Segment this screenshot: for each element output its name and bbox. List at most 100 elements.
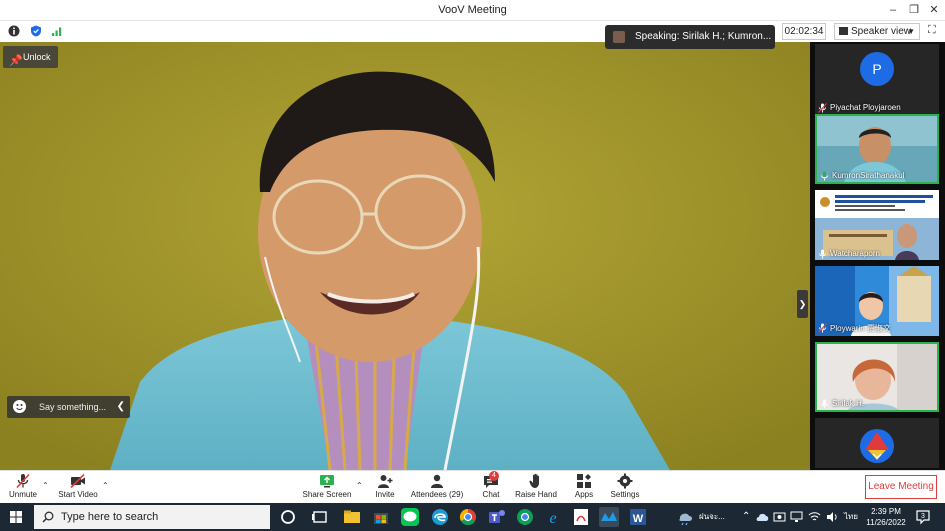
onedrive-icon[interactable] [756,511,769,523]
meeting-timer: 02:02:34 [782,23,826,40]
collapse-panel-toggle[interactable]: ❯ [797,290,808,318]
speaking-text: Speaking: Sirilak H.; Kumron... [635,31,772,42]
notification-center-icon[interactable]: 3 [915,509,931,525]
start-video-button[interactable]: Start Video [55,473,101,499]
cortana-icon[interactable] [278,507,298,527]
mic-icon [819,249,826,259]
participant-name: Ploywarin 贾淑文 [818,323,891,334]
speaker-avatar [613,31,625,43]
hand-icon [529,473,539,488]
close-button[interactable]: ✕ [926,2,942,18]
participant-name: Watcharaporn [818,249,880,259]
clock-date: 11/26/2022 [866,518,906,527]
meeting-info-bar: 02:02:34 Speaker view ▼ ⛶ [0,21,945,42]
attendees-icon [431,474,443,488]
settings-button[interactable]: Settings [609,473,641,499]
svg-text:e: e [549,510,556,527]
raise-hand-button[interactable]: Raise Hand [514,473,558,499]
mic-icon [821,399,828,409]
task-view-icon[interactable] [310,507,330,527]
leave-meeting-button[interactable]: Leave Meeting [865,475,937,499]
share-options-caret[interactable]: ⌃ [356,481,363,490]
chevron-left-icon[interactable]: ❮ [117,396,125,418]
clock-time: 2:39 PM [871,507,901,516]
word-icon[interactable]: W [628,507,648,527]
participant-tile[interactable]: Watcharaporn [815,190,939,260]
participant-tile[interactable] [815,418,939,468]
participant-tile[interactable]: Ploywarin 贾淑文 [815,266,939,336]
edge-icon[interactable] [430,507,450,527]
quick-chat-input[interactable]: Say something... ❮ [7,396,130,418]
unlock-label: Unlock [23,52,51,62]
fullscreen-icon[interactable]: ⛶ [928,24,940,36]
apps-button[interactable]: Apps [572,473,596,499]
chat-placeholder: Say something... [39,402,107,412]
voov-meeting-taskbar-icon[interactable] [599,507,619,527]
mic-muted-icon [818,323,827,333]
mic-active-icon [821,171,828,181]
svg-text:W: W [633,513,644,525]
camera-tray-icon[interactable] [773,511,786,523]
signal-strength-icon[interactable] [51,25,63,37]
share-screen-button[interactable]: Share Screen [302,473,352,499]
teams-icon[interactable] [487,507,507,527]
acrobat-reader-icon[interactable] [571,507,591,527]
windows-taskbar: Type here to search e W ฝนจะ... ⌃ ไทย 2:… [0,503,945,531]
weather-icon[interactable] [676,507,696,527]
participant-avatar-logo [815,418,939,468]
display-icon[interactable] [790,511,803,523]
chat-button[interactable]: 4 Chat [479,471,503,499]
search-icon [42,511,54,523]
file-explorer-icon[interactable] [342,507,362,527]
view-mode-label: Speaker view [851,26,912,37]
add-user-icon [378,475,393,488]
store-icon[interactable] [371,507,391,527]
participant-tile[interactable]: KumronSirathanakul [815,114,939,184]
camera-off-icon [70,473,85,489]
participant-name: KumronSirathanakul [820,171,904,181]
video-options-caret[interactable]: ⌃ [102,481,109,490]
chat-unread-badge: 4 [489,471,499,481]
windows-start-icon[interactable] [0,503,32,531]
taskbar-search[interactable]: Type here to search [34,505,270,529]
voov-meeting-window: VooV Meeting – ❐ ✕ 02:02:34 Speaker view… [0,0,945,531]
info-icon[interactable] [8,25,20,37]
participant-name: Sirilak H. [820,399,864,409]
participant-avatar: P [860,52,894,86]
gear-icon [617,473,633,489]
participant-tile[interactable]: P Piyachat Ployjaroen [815,44,939,114]
weather-text[interactable]: ฝนจะ... [699,503,725,531]
taskbar-clock[interactable]: 2:39 PM 11/26/2022 [862,506,910,528]
apps-icon [577,474,591,488]
audio-options-caret[interactable]: ⌃ [42,481,49,490]
volume-icon[interactable] [826,511,839,523]
window-title: VooV Meeting [438,4,507,16]
pin-icon: 📌 [9,55,23,67]
mic-muted-icon [818,103,827,113]
participant-gallery: P Piyachat Ployjaroen KumronSirathanakul [810,42,945,470]
line-app-icon[interactable] [400,507,420,527]
participant-tile[interactable]: Sirilak H. [815,342,939,412]
emoji-icon[interactable] [13,400,26,413]
unmute-button[interactable]: Unmute [6,473,40,499]
shield-icon[interactable] [30,25,42,37]
show-hidden-icons-caret[interactable]: ⌃ [742,503,750,531]
view-mode-select[interactable]: Speaker view ▼ [834,23,920,40]
chrome-profile-icon[interactable] [515,507,535,527]
internet-explorer-icon[interactable]: e [543,507,563,527]
restore-button[interactable]: ❐ [906,2,922,18]
wifi-icon[interactable] [808,511,821,523]
invite-button[interactable]: Invite [372,473,398,499]
input-language[interactable]: ไทย [844,503,858,531]
speaking-indicator: Speaking: Sirilak H.; Kumron... [605,25,775,49]
chrome-icon[interactable] [458,507,478,527]
search-placeholder: Type here to search [61,511,159,523]
share-screen-icon [320,475,334,488]
meeting-toolbar: Unmute ⌃ Start Video ⌃ Share Screen ⌃ In… [0,470,945,503]
speaker-view-icon [839,27,848,35]
minimize-button[interactable]: – [885,2,901,18]
participant-name: Piyachat Ployjaroen [818,103,901,113]
title-bar: VooV Meeting – ❐ ✕ [0,0,945,21]
attendees-button[interactable]: Attendees (29) [408,473,466,499]
unlock-button[interactable]: 📌 Unlock [3,46,58,68]
